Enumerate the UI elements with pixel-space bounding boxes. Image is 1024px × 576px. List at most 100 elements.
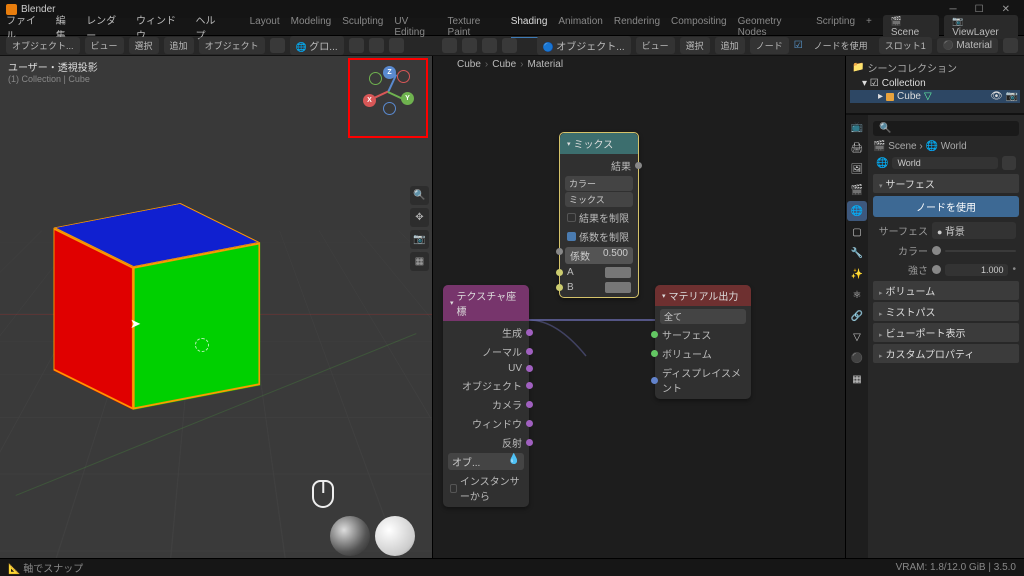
panel-mistpass[interactable]: ▸ミストパス <box>873 302 1019 321</box>
slot-selector[interactable]: スロット1 <box>879 37 932 54</box>
world-strength-field[interactable]: 1.000 <box>945 264 1008 276</box>
viewport-shading-solid-icon[interactable] <box>462 38 477 53</box>
use-nodes-toggle[interactable]: ノードを使用 <box>808 37 874 54</box>
breadcrumb-cube[interactable]: Cube <box>457 59 481 70</box>
socket-window[interactable]: ウィンドウ <box>443 414 529 433</box>
panel-custom-properties[interactable]: ▸カスタムプロパティ <box>873 344 1019 363</box>
panel-surface[interactable]: ▾サーフェス <box>873 174 1019 193</box>
clamp-factor-toggle[interactable]: 係数を制限 <box>560 227 638 246</box>
tab-material-icon[interactable]: ⚫ <box>847 348 867 368</box>
mix-factor-slider[interactable]: 係数0.500 <box>565 247 633 264</box>
properties-search[interactable]: 🔍 <box>873 121 1019 136</box>
viewport-shading-material-icon[interactable] <box>482 38 497 53</box>
tab-modifiers-icon[interactable]: 🔧 <box>847 243 867 263</box>
object-menu[interactable]: オブジェクト <box>199 37 265 54</box>
world-color-dot[interactable] <box>932 246 941 255</box>
tab-world-icon[interactable]: 🌐 <box>847 201 867 221</box>
scene-selector[interactable]: 🎬 Scene <box>883 15 939 39</box>
gizmo-y-axis[interactable]: Y <box>401 92 414 105</box>
tab-add[interactable]: + <box>866 16 872 38</box>
tab-texture-icon[interactable]: ▦ <box>847 369 867 389</box>
tab-particles-icon[interactable]: ✨ <box>847 264 867 284</box>
breadcrumb-material[interactable]: Material <box>528 59 564 70</box>
view-menu[interactable]: ビュー <box>85 37 124 54</box>
tab-layout[interactable]: Layout <box>250 16 280 38</box>
world-datablock[interactable]: World <box>892 157 998 169</box>
tab-sculpting[interactable]: Sculpting <box>342 16 383 38</box>
shader-select-menu[interactable]: 選択 <box>680 37 710 54</box>
tab-uv[interactable]: UV Editing <box>394 16 436 38</box>
socket-generated[interactable]: 生成 <box>443 323 529 342</box>
socket-normal[interactable]: ノーマル <box>443 342 529 361</box>
shader-object-mode[interactable]: 🔵 オブジェクト... <box>537 36 631 55</box>
mix-blendmode-dropdown[interactable]: ミックス <box>565 192 633 207</box>
node-texcoord-header[interactable]: ▾テクスチャ座標 <box>443 285 529 321</box>
tab-texture[interactable]: Texture Paint <box>448 16 500 38</box>
socket-displacement[interactable]: ディスプレイスメント <box>655 363 751 397</box>
tab-viewlayer-icon[interactable]: 🖼 <box>847 159 867 179</box>
viewlayer-selector[interactable]: 📷 ViewLayer <box>944 15 1018 39</box>
gizmo-x-axis[interactable]: X <box>363 94 376 107</box>
tab-render-icon[interactable]: 📺 <box>847 117 867 137</box>
surface-shader-dropdown[interactable]: ● 背景 <box>932 222 1016 239</box>
from-instancer-toggle[interactable]: インスタンサーから <box>443 471 529 505</box>
clamp-result-toggle[interactable]: 結果を制限 <box>560 208 638 227</box>
viewport-shading-rendered-icon[interactable] <box>502 38 517 53</box>
add-menu[interactable]: 追加 <box>164 37 194 54</box>
tab-shading[interactable]: Shading <box>511 16 548 38</box>
zoom-icon[interactable]: 🔍 <box>410 186 429 205</box>
pin-icon[interactable] <box>1003 38 1018 53</box>
hdri-sphere[interactable] <box>330 516 370 556</box>
tab-physics-icon[interactable]: ⚛ <box>847 285 867 305</box>
tab-scene-icon[interactable]: 🎬 <box>847 180 867 200</box>
outliner[interactable]: 📁 シーンコレクション ▾ ☑ Collection ▸ Cube ▽👁 📷 <box>846 56 1024 114</box>
shader-editor[interactable]: Cube › Cube › Material ▾ミックス 結果 カラー ミックス… <box>432 56 845 558</box>
node-material-output[interactable]: ▾マテリアル出力 全て サーフェス ボリューム ディスプレイスメント <box>655 285 751 399</box>
use-nodes-button[interactable]: ノードを使用 <box>873 196 1019 217</box>
minimize-button[interactable]: ─ <box>950 4 957 15</box>
socket-volume[interactable]: ボリューム <box>655 344 751 363</box>
socket-reflection[interactable]: 反射 <box>443 433 529 452</box>
cube-object[interactable] <box>93 215 263 438</box>
node-output-header[interactable]: ▾マテリアル出力 <box>655 285 751 306</box>
panel-volume[interactable]: ▸ボリューム <box>873 281 1019 300</box>
tab-data-icon[interactable]: ▽ <box>847 327 867 347</box>
socket-uv[interactable]: UV <box>443 361 529 376</box>
socket-object[interactable]: オブジェクト <box>443 376 529 395</box>
tab-scripting[interactable]: Scripting <box>816 16 855 38</box>
breadcrumb-cube2[interactable]: Cube <box>492 59 516 70</box>
perspective-icon[interactable]: ▦ <box>410 252 429 271</box>
maximize-button[interactable]: ☐ <box>975 4 984 15</box>
tab-constraints-icon[interactable]: 🔗 <box>847 306 867 326</box>
matcap-sphere[interactable] <box>375 516 415 556</box>
panel-viewport-display[interactable]: ▸ビューポート表示 <box>873 323 1019 342</box>
tab-output-icon[interactable]: 🖨 <box>847 138 867 158</box>
outliner-cube[interactable]: ▸ Cube ▽👁 📷 <box>850 90 1020 103</box>
material-selector[interactable]: ⚫ Material <box>937 38 998 53</box>
node-mix[interactable]: ▾ミックス 結果 カラー ミックス 結果を制限 係数を制限 係数0.500 A … <box>559 132 639 298</box>
snap-icon[interactable] <box>369 38 384 53</box>
node-mix-header[interactable]: ▾ミックス <box>560 133 638 154</box>
3d-viewport[interactable]: ユーザー・透視投影 (1) Collection | Cube ➤ Z X Y … <box>0 56 432 558</box>
select-menu[interactable]: 選択 <box>129 37 159 54</box>
close-button[interactable]: ✕ <box>1002 4 1010 15</box>
mode-dropdown[interactable]: オブジェクト... <box>6 37 80 54</box>
socket-surface[interactable]: サーフェス <box>655 325 751 344</box>
output-target-dropdown[interactable]: 全て <box>660 309 746 324</box>
node-texture-coordinate[interactable]: ▾テクスチャ座標 生成 ノーマル UV オブジェクト カメラ ウィンドウ 反射 … <box>443 285 529 507</box>
socket-mix-a[interactable]: A <box>560 265 638 280</box>
shader-view-menu[interactable]: ビュー <box>636 37 675 54</box>
tab-geonodes[interactable]: Geometry Nodes <box>738 16 806 38</box>
tab-object-icon[interactable]: ▢ <box>847 222 867 242</box>
socket-mix-b[interactable]: B <box>560 280 638 295</box>
socket-mix-result[interactable]: 結果 <box>560 156 638 175</box>
new-world-icon[interactable] <box>1002 156 1016 170</box>
navigation-gizmo[interactable]: Z X Y <box>365 68 413 116</box>
tab-modeling[interactable]: Modeling <box>291 16 332 38</box>
orientation-dropdown[interactable]: 🌐 グロ... <box>290 36 344 55</box>
outliner-collection[interactable]: ▾ ☑ Collection <box>850 77 1020 90</box>
shader-node-menu[interactable]: ノード <box>750 37 789 54</box>
select-mode-icon[interactable] <box>270 38 285 53</box>
gizmo-z-axis[interactable]: Z <box>383 66 396 79</box>
texcoord-object-field[interactable]: オブ...💧 <box>448 453 524 470</box>
